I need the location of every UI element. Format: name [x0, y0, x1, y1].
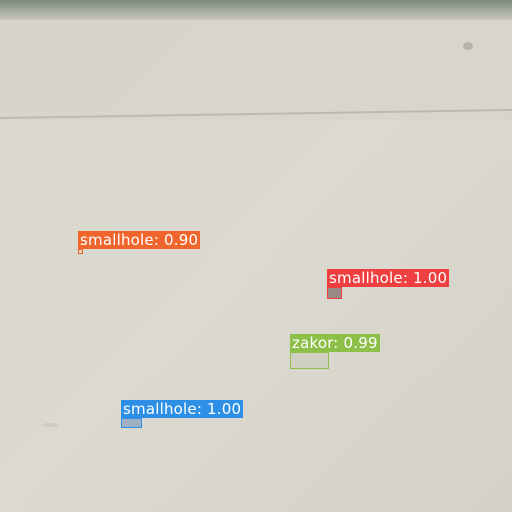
detection-label-1: smallhole: 0.90	[78, 231, 201, 249]
detection-box-4	[121, 418, 142, 428]
detection-label-3: zakor: 0.99	[290, 334, 380, 352]
top-edge-strip	[0, 0, 512, 20]
detection-box-3	[290, 352, 329, 369]
detection-box-1	[78, 249, 83, 254]
detection-label-2: smallhole: 1.00	[327, 269, 450, 287]
detection-box-2	[327, 287, 342, 299]
detection-label-4: smallhole: 1.00	[121, 400, 244, 418]
photo-background	[0, 0, 512, 512]
